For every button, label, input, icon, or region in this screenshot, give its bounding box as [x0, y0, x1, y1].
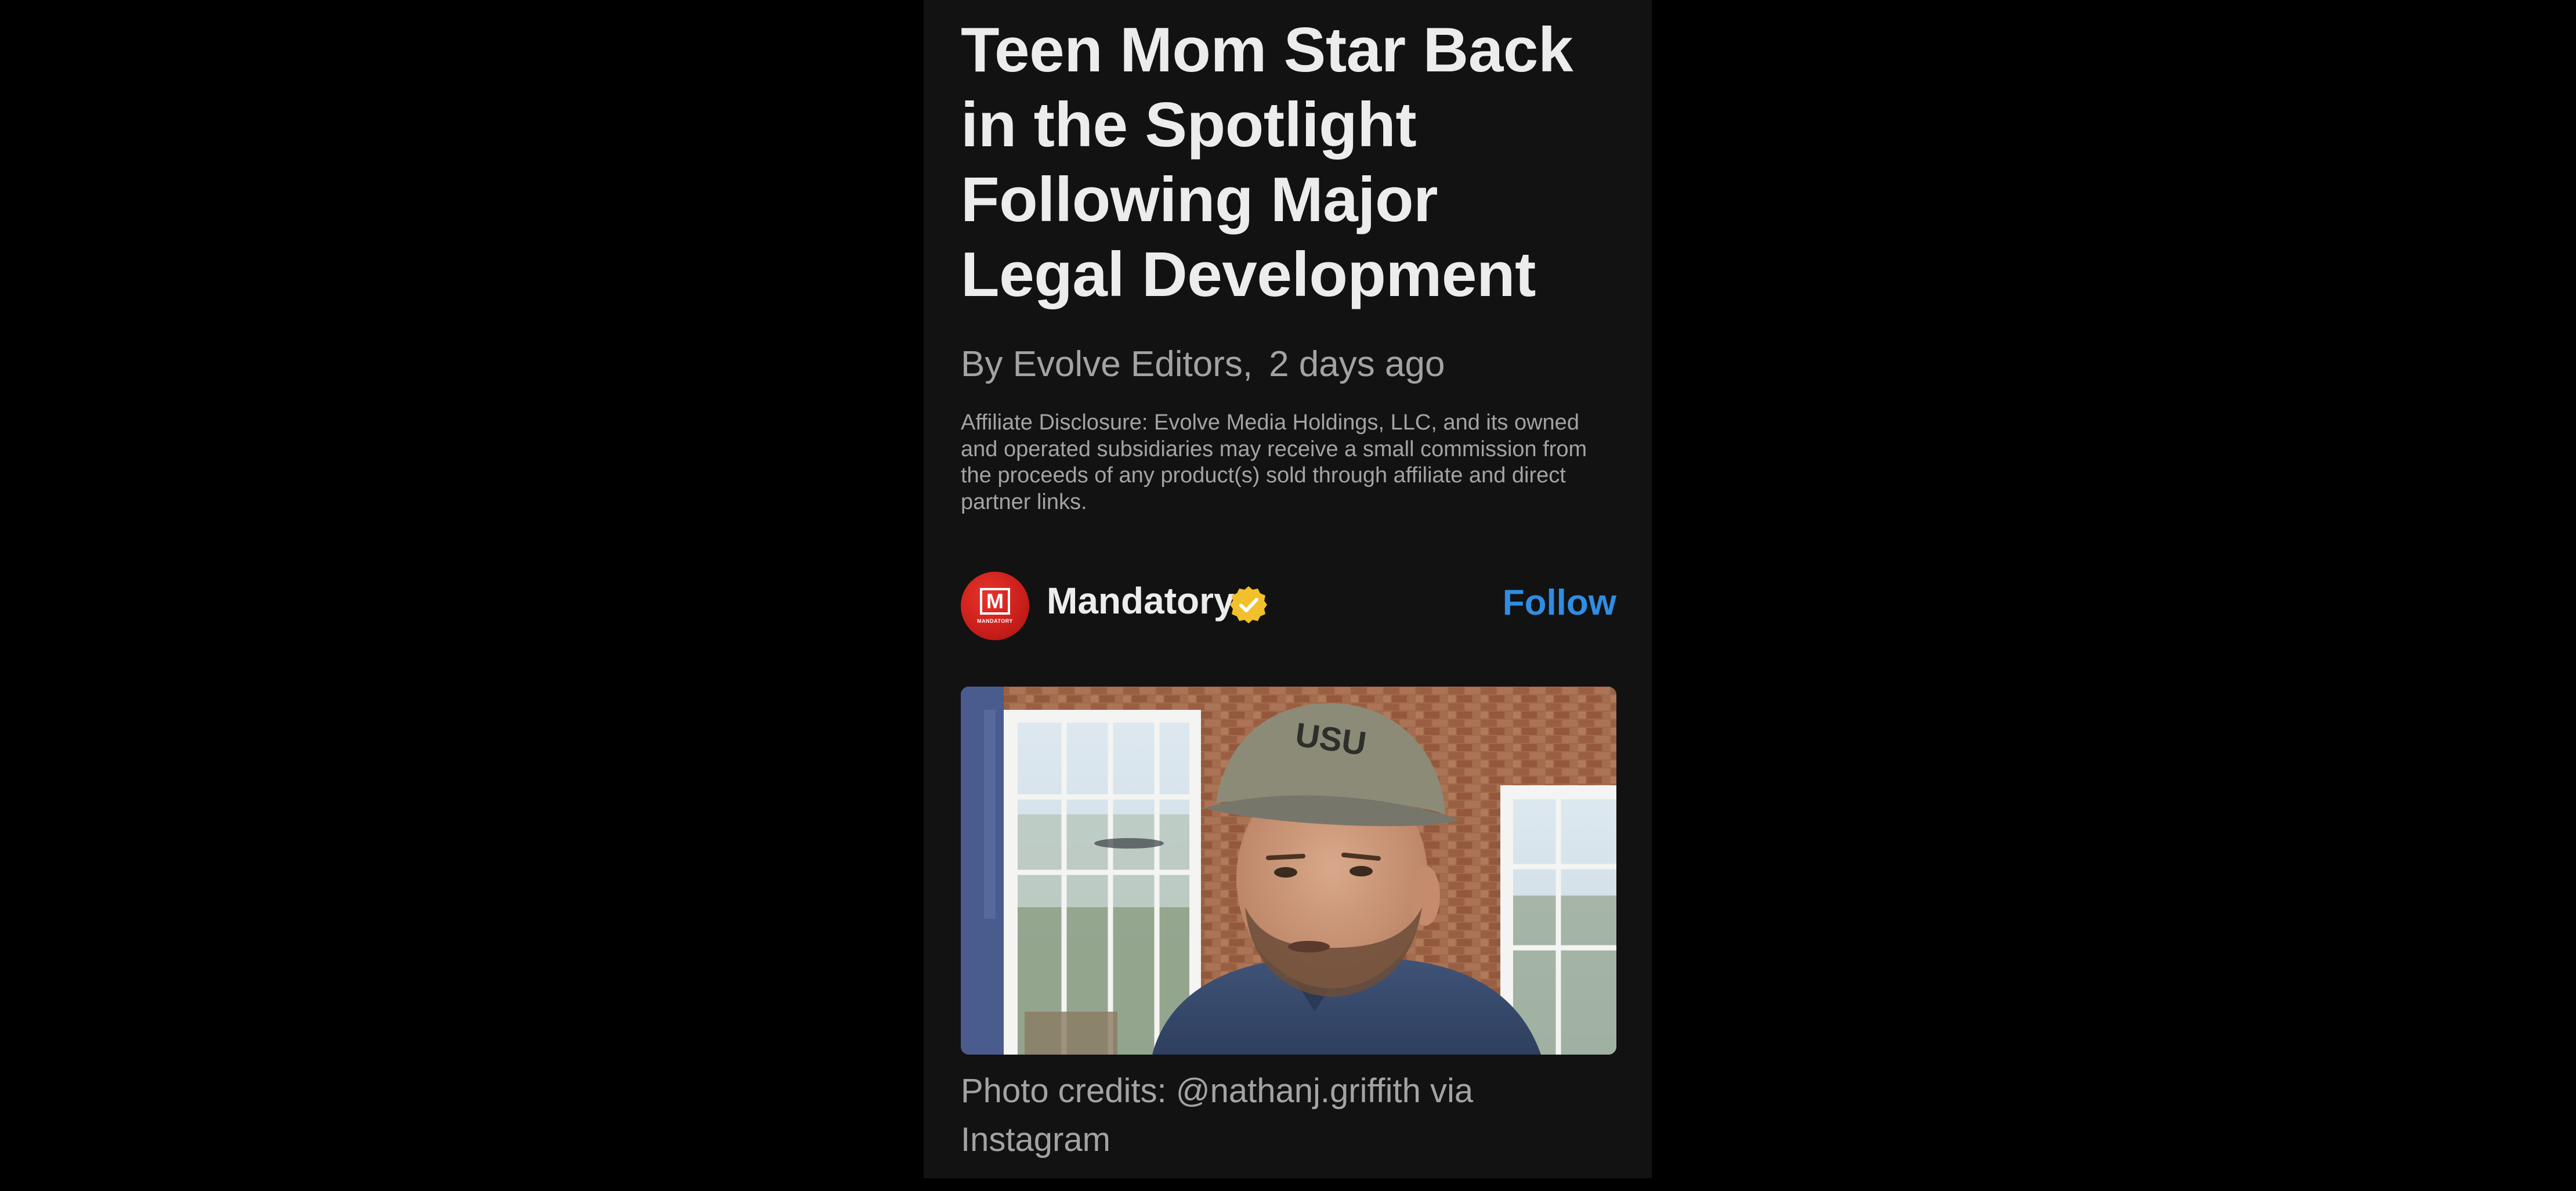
publisher-logo-letter: M — [980, 588, 1010, 615]
article-view[interactable]: Teen Mom Star Back in the Spotlight Foll… — [924, 0, 1652, 1178]
publisher-logo-wordmark: MANDATORY — [977, 618, 1013, 624]
article-photo-image: USU — [961, 687, 1616, 1055]
screen: Teen Mom Star Back in the Spotlight Foll… — [0, 0, 2576, 1191]
article-byline: By Evolve Editors, 2 days ago — [961, 341, 1445, 388]
byline-author[interactable]: By Evolve Editors, — [961, 344, 1269, 384]
affiliate-disclosure: Affiliate Disclosure: Evolve Media Holdi… — [961, 410, 1587, 514]
publisher-name[interactable]: Mandatory — [1047, 578, 1235, 624]
byline-timestamp: 2 days ago — [1269, 344, 1445, 384]
article-headline: Teen Mom Star Back in the Spotlight Foll… — [961, 15, 1573, 310]
publisher-row: M MANDATORY Mandatory Follow — [961, 571, 1616, 640]
verified-badge-icon — [1230, 586, 1267, 623]
publisher-avatar[interactable]: M MANDATORY — [961, 572, 1029, 640]
photo-caption: Photo credits: @nathanj.griffith via Ins… — [961, 1072, 1474, 1158]
article-photo[interactable]: USU — [961, 687, 1616, 1055]
follow-button[interactable]: Follow — [1503, 580, 1616, 626]
